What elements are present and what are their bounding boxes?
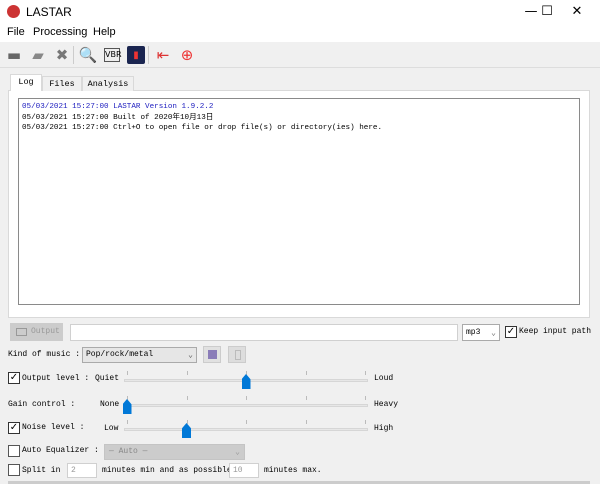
auto-equalizer-label: Auto Equalizer : [22, 446, 99, 455]
noise-low-label: Low [104, 424, 119, 433]
auto-equalizer-value: — Auto — [109, 447, 148, 456]
slider-tick [246, 420, 247, 424]
slider-track [124, 428, 368, 431]
kind-of-music-select[interactable]: Pop/rock/metal ⌄ [82, 347, 197, 363]
tab-log[interactable]: Log [10, 74, 42, 91]
keep-input-path-checkbox[interactable]: ✓ [505, 326, 517, 338]
chevron-down-icon: ⌄ [188, 351, 193, 360]
auto-equalizer-checkbox[interactable] [8, 445, 20, 457]
output-level-checkbox[interactable]: ✓ [8, 372, 20, 384]
slider-thumb[interactable] [182, 423, 191, 438]
split-label: Split in [22, 466, 61, 475]
format-select[interactable]: mp3 ⌄ [462, 324, 500, 341]
slider-track [124, 404, 368, 407]
split-end-text: minutes max. [264, 466, 322, 475]
split-checkbox[interactable] [8, 464, 20, 476]
search-icon[interactable]: 🔍 [78, 45, 98, 65]
output-level-slider[interactable] [124, 371, 368, 391]
slider-tick [246, 396, 247, 400]
gain-control-slider[interactable] [122, 396, 368, 416]
noise-level-checkbox[interactable]: ✓ [8, 422, 20, 434]
format-value: mp3 [466, 328, 481, 337]
trash-icon [235, 350, 241, 360]
app-logo-icon [7, 5, 20, 18]
folder-icon [16, 328, 27, 336]
chevron-down-icon: ⌄ [491, 329, 496, 338]
close-window-button[interactable]: ✕ [554, 0, 600, 24]
slider-tick [365, 396, 366, 400]
auto-equalizer-select[interactable]: — Auto — ⌄ [104, 444, 245, 460]
tab-analysis[interactable]: Analysis [82, 76, 134, 91]
output-button[interactable]: Output [10, 323, 63, 341]
toolbar: ▬ ▰ ✖ 🔍 VBR ▮ ⇤ ⊕ [0, 42, 600, 68]
slider-tick [127, 420, 128, 424]
output-level-label: Output level : [22, 374, 90, 383]
log-area[interactable]: 05/03/2021 15:27:00 LASTAR Version 1.9.2… [18, 98, 580, 305]
log-line: 05/03/2021 15:27:00 Ctrl+O to open file … [22, 124, 383, 132]
slider-tick [365, 420, 366, 424]
vbr-icon[interactable]: VBR [104, 48, 122, 62]
slider-tick [305, 396, 307, 400]
output-level-low-label: Quiet [95, 374, 120, 383]
slider-tick [186, 371, 188, 375]
noise-level-slider[interactable] [124, 420, 368, 440]
slider-tick [365, 371, 366, 375]
menu-help[interactable]: Help [93, 26, 116, 38]
output-level-high-label: Loud [374, 374, 394, 383]
close-icon[interactable]: ✖ [52, 45, 72, 65]
kind-of-music-value: Pop/rock/metal [86, 350, 154, 359]
split-mid-text: minutes min and as possible [102, 466, 232, 475]
edit-music-profile-button[interactable] [203, 346, 221, 363]
help-lifebuoy-icon[interactable]: ⊕ [177, 45, 197, 65]
output-button-label: Output [31, 327, 60, 336]
slider-tick [186, 396, 188, 400]
menu-file[interactable]: File [7, 26, 25, 38]
noise-level-label: Noise level : [22, 423, 85, 432]
menu-processing[interactable]: Processing [33, 26, 87, 38]
output-path-input[interactable] [70, 324, 458, 341]
open-file-icon[interactable]: ▬ [4, 45, 24, 65]
split-min-input[interactable]: 2 [67, 463, 97, 478]
gain-high-label: Heavy [374, 400, 399, 409]
kind-of-music-label: Kind of music : [8, 350, 81, 359]
split-max-input[interactable]: 10 [229, 463, 259, 478]
noise-high-label: High [374, 424, 394, 433]
open-folder-icon[interactable]: ▰ [28, 45, 48, 65]
title-bar: LASTAR — ☐ ✕ [0, 0, 600, 24]
gain-low-label: None [100, 400, 120, 409]
log-line: 05/03/2021 15:27:00 LASTAR Version 1.9.2… [22, 103, 214, 111]
window-title: LASTAR [26, 5, 72, 19]
delete-profile-button[interactable] [228, 346, 246, 363]
exit-icon[interactable]: ⇤ [153, 45, 173, 65]
slider-tick [127, 371, 128, 375]
slider-thumb[interactable] [241, 374, 251, 389]
slider-thumb[interactable] [122, 399, 132, 414]
edit-icon [208, 350, 217, 359]
log-line: 05/03/2021 15:27:00 Built of 2020年10月13日 [22, 113, 214, 122]
slider-tick [305, 371, 307, 375]
chevron-down-icon: ⌄ [235, 448, 240, 457]
menu-bar: File Processing Help [0, 24, 600, 42]
gain-control-label: Gain control : [8, 400, 76, 409]
keep-input-path-label: Keep input path [519, 327, 592, 336]
tab-files[interactable]: Files [42, 76, 82, 91]
spectrum-icon[interactable]: ▮ [127, 46, 145, 64]
slider-tick [305, 420, 307, 424]
